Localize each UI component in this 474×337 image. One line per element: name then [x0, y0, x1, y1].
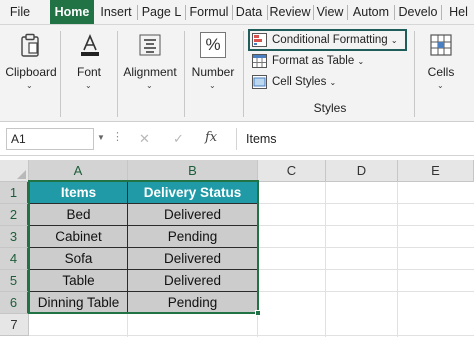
cell-b2[interactable]: Delivered — [128, 204, 258, 226]
number-label: Number — [191, 65, 235, 79]
tab-page-layout[interactable]: Page L — [139, 0, 184, 24]
chevron-down-icon: ⌄ — [437, 81, 444, 90]
gridline — [258, 247, 474, 248]
tab-formulas[interactable]: Formul — [187, 0, 231, 24]
gridline — [258, 225, 474, 226]
gridline — [257, 314, 258, 337]
name-box[interactable]: A1 — [6, 128, 94, 150]
chevron-down-icon: ⌄ — [26, 81, 33, 90]
cells-icon — [428, 32, 454, 58]
tab-file[interactable]: File — [3, 0, 37, 24]
cell-a3[interactable]: Cabinet — [29, 226, 128, 248]
select-all-icon — [17, 170, 26, 179]
tab-developer[interactable]: Develo — [396, 0, 440, 24]
clipboard-label: Clipboard — [5, 65, 57, 79]
column-header-b[interactable]: B — [128, 160, 258, 182]
alignment-label: Alignment — [123, 65, 177, 79]
gridline — [127, 314, 128, 337]
format-as-table-label: Format as Table ⌄ — [272, 55, 365, 67]
cell-a2[interactable]: Bed — [29, 204, 128, 226]
tab-divider — [441, 5, 442, 20]
font-label: Font — [76, 65, 101, 79]
row-header-3[interactable]: 3 — [0, 226, 29, 248]
tab-divider — [347, 5, 348, 20]
cell-b4[interactable]: Delivered — [128, 248, 258, 270]
ribbon-home: Clipboard ⌄ Font ⌄ Alignment ⌄ % Number … — [0, 25, 474, 122]
tab-view[interactable]: View — [314, 0, 346, 24]
cell-b1[interactable]: Delivery Status — [128, 182, 258, 204]
cells-label: Cells — [427, 65, 455, 79]
formula-bar: A1 ▼ ⋮ ✕ ✓ fx Items — [0, 122, 474, 156]
worksheet-grid[interactable]: A B C D E 1 2 3 4 5 6 7 Items Delivery S… — [0, 160, 474, 337]
column-header-e[interactable]: E — [398, 160, 474, 182]
cell-a5[interactable]: Table — [29, 270, 128, 292]
tab-review[interactable]: Review — [268, 0, 312, 24]
row-header-4[interactable]: 4 — [0, 248, 29, 270]
fill-handle[interactable] — [255, 310, 261, 316]
conditional-formatting-highlight — [248, 29, 407, 51]
chevron-down-icon[interactable]: ▼ — [97, 133, 105, 142]
tab-divider — [185, 5, 186, 20]
tab-data[interactable]: Data — [233, 0, 265, 24]
cell-a1[interactable]: Items — [29, 182, 128, 204]
column-header-a[interactable]: A — [29, 160, 128, 182]
chevron-down-icon: ⌄ — [85, 81, 92, 90]
gridline — [29, 335, 474, 336]
tab-help[interactable]: Hel — [443, 0, 474, 24]
ribbon-tab-bar: File Home Insert Page L Formul Data Revi… — [0, 0, 474, 25]
gridline — [325, 182, 326, 337]
align-icon — [137, 32, 163, 58]
tab-insert[interactable]: Insert — [96, 0, 136, 24]
more-options-icon[interactable]: ⋮ — [112, 130, 123, 143]
percent-icon: % — [200, 32, 226, 58]
cell-a4[interactable]: Sofa — [29, 248, 128, 270]
row-header-5[interactable]: 5 — [0, 270, 29, 292]
tab-automate[interactable]: Autom — [349, 0, 393, 24]
tab-home[interactable]: Home — [50, 0, 94, 24]
clipboard-group[interactable]: Clipboard ⌄ — [0, 25, 60, 122]
font-group[interactable]: Font ⌄ — [61, 25, 117, 122]
cell-b3[interactable]: Pending — [128, 226, 258, 248]
formula-input[interactable]: Items — [236, 128, 474, 150]
gridline — [258, 269, 474, 270]
styles-group-label: Styles — [313, 101, 347, 115]
cell-styles-icon — [252, 75, 267, 89]
tab-divider — [394, 5, 395, 20]
clipboard-icon — [17, 32, 43, 58]
gridline — [397, 182, 398, 337]
gridline — [258, 291, 474, 292]
alignment-group[interactable]: Alignment ⌄ — [118, 25, 182, 122]
enter-icon[interactable]: ✓ — [173, 131, 184, 147]
gridline — [258, 203, 474, 204]
font-color-icon — [77, 32, 103, 58]
group-divider — [243, 31, 244, 117]
cell-b6[interactable]: Pending — [128, 292, 258, 314]
insert-function-icon[interactable]: fx — [205, 130, 217, 145]
select-all-button[interactable] — [0, 160, 29, 182]
cell-b5[interactable]: Delivered — [128, 270, 258, 292]
chevron-down-icon: ⌄ — [146, 81, 153, 90]
cell-a6[interactable]: Dinning Table — [29, 292, 128, 314]
row-header-2[interactable]: 2 — [0, 204, 29, 226]
tab-divider — [137, 5, 138, 20]
row-header-6[interactable]: 6 — [0, 292, 29, 314]
row-header-7[interactable]: 7 — [0, 314, 29, 336]
format-as-table-icon — [252, 54, 267, 68]
cancel-icon[interactable]: ✕ — [139, 131, 150, 147]
row-header-1[interactable]: 1 — [0, 182, 29, 204]
column-header-c[interactable]: C — [258, 160, 326, 182]
column-header-d[interactable]: D — [326, 160, 398, 182]
cell-styles-label: Cell Styles ⌄ — [272, 76, 337, 88]
chevron-down-icon: ⌄ — [209, 81, 216, 90]
number-group[interactable]: % Number ⌄ — [185, 25, 241, 122]
group-divider — [414, 31, 415, 117]
cells-group[interactable]: Cells ⌄ — [416, 25, 474, 122]
